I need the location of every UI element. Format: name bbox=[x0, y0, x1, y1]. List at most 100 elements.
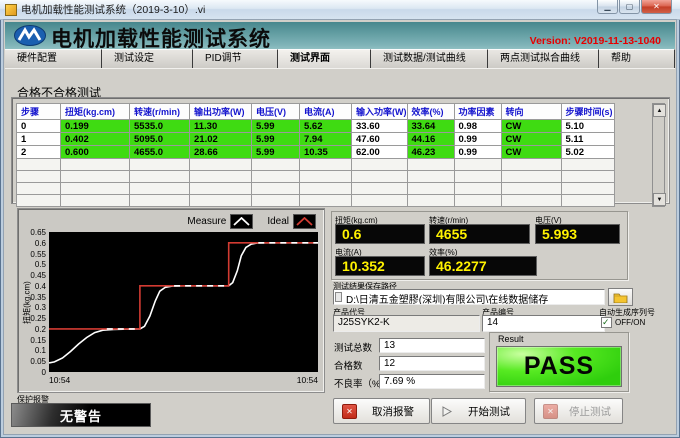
y-axis-tick-label: 0.6 bbox=[18, 239, 46, 248]
y-axis-tick-label: 0.5 bbox=[18, 260, 46, 269]
x-axis-start-tick: 10:54 bbox=[49, 375, 70, 385]
table-cell bbox=[352, 195, 408, 207]
scroll-up-icon[interactable]: ▲ bbox=[653, 104, 666, 117]
y-axis-tick-label: 0.45 bbox=[18, 271, 46, 280]
pass-count-label: 合格数 bbox=[334, 358, 363, 372]
y-axis-tick-label: 0.65 bbox=[18, 228, 46, 237]
table-column-header: 转速(r/min) bbox=[130, 104, 190, 120]
table-cell bbox=[252, 159, 300, 171]
tab-2[interactable]: 测试设定 bbox=[102, 49, 193, 68]
tab-4[interactable]: 测试界面 bbox=[278, 49, 371, 68]
table-empty-row bbox=[17, 171, 615, 183]
table-column-header: 效率(%) bbox=[407, 104, 454, 120]
browse-folder-button[interactable] bbox=[608, 288, 633, 306]
scroll-down-icon[interactable]: ▼ bbox=[653, 193, 666, 206]
pass-count-value: 12 bbox=[379, 356, 485, 371]
table-cell: 47.60 bbox=[352, 133, 408, 146]
tab-6[interactable]: 两点测试拟合曲线 bbox=[488, 49, 599, 68]
y-axis-tick-label: 0.35 bbox=[18, 293, 46, 302]
table-cell bbox=[407, 183, 454, 195]
table-scrollbar[interactable]: ▲ ▼ bbox=[652, 103, 665, 207]
stop-test-button[interactable]: ✕ 停止测试 bbox=[534, 398, 623, 424]
table-cell bbox=[454, 183, 501, 195]
stop-icon: ✕ bbox=[543, 404, 558, 419]
table-column-header: 电压(V) bbox=[252, 104, 300, 120]
page-divider bbox=[5, 68, 675, 69]
result-indicator: PASS bbox=[496, 346, 622, 387]
table-row[interactable]: 10.4025095.021.025.997.9447.6044.160.99C… bbox=[17, 133, 615, 146]
table-row[interactable]: 00.1995535.011.305.995.6233.6033.640.98C… bbox=[17, 120, 615, 133]
table-cell bbox=[454, 195, 501, 207]
start-test-button-label: 开始测试 bbox=[453, 404, 525, 419]
legend-line-icon bbox=[230, 214, 253, 229]
brand-logo-icon bbox=[14, 25, 46, 51]
table-cell: 0.99 bbox=[454, 146, 501, 159]
table-cell bbox=[407, 171, 454, 183]
defect-rate-value: 7.69 % bbox=[379, 374, 485, 389]
cancel-alarm-button[interactable]: ✕ 取消报警 bbox=[333, 398, 430, 424]
table-cell: 0.600 bbox=[61, 146, 130, 159]
auto-serial-toggle[interactable]: ✓ OFF/ON bbox=[601, 317, 645, 328]
table-cell bbox=[561, 159, 614, 171]
product-no-input[interactable]: 14 bbox=[482, 315, 605, 332]
app-icon bbox=[5, 4, 17, 16]
table-cell bbox=[501, 195, 561, 207]
table-cell: 5.02 bbox=[561, 146, 614, 159]
table-cell: 5.99 bbox=[252, 133, 300, 146]
table-cell bbox=[352, 183, 408, 195]
window-body: 电机加载性能测试系统 Version: V2019-11-13-1040 硬件配… bbox=[3, 19, 677, 435]
table-cell bbox=[252, 171, 300, 183]
table-cell: 5.99 bbox=[252, 120, 300, 133]
table-column-header: 功率因素 bbox=[454, 104, 501, 120]
save-path-input[interactable]: D:\日清五金塑膠(深圳)有限公司\在线数据储存 bbox=[333, 289, 605, 305]
table-cell: 11.30 bbox=[190, 120, 252, 133]
path-type-icon bbox=[335, 292, 342, 302]
alarm-status-text: 无警告 bbox=[60, 406, 102, 425]
table-cell: 5.10 bbox=[561, 120, 614, 133]
table-cell: 28.66 bbox=[190, 146, 252, 159]
table-cell bbox=[561, 183, 614, 195]
tab-1[interactable]: 硬件配置 bbox=[5, 49, 102, 68]
table-column-header: 步骤 bbox=[17, 104, 61, 120]
table-cell bbox=[190, 183, 252, 195]
table-cell: 0 bbox=[17, 120, 61, 133]
table-cell: 5095.0 bbox=[130, 133, 190, 146]
result-group: Result PASS bbox=[489, 332, 629, 392]
table-cell bbox=[61, 159, 130, 171]
tab-7[interactable]: 帮助 bbox=[599, 49, 675, 68]
table-cell bbox=[17, 159, 61, 171]
pass-fail-table-panel: 步骤扭矩(kg.cm)转速(r/min)输出功率(W)电压(V)电流(A)输入功… bbox=[11, 97, 670, 204]
chart-legend: MeasureIdeal bbox=[173, 214, 316, 229]
tab-5[interactable]: 测试数据/测试曲线 bbox=[371, 49, 488, 68]
table-cell: 62.00 bbox=[352, 146, 408, 159]
maximize-button[interactable]: ▢ bbox=[619, 0, 640, 14]
close-button[interactable]: ✕ bbox=[641, 0, 672, 14]
table-cell: CW bbox=[501, 120, 561, 133]
tab-3[interactable]: PID调节 bbox=[193, 49, 278, 68]
table-cell: 33.64 bbox=[407, 120, 454, 133]
current-readout: 10.352 bbox=[335, 256, 425, 276]
start-test-button[interactable]: 开始测试 bbox=[431, 398, 526, 424]
table-cell: 0.99 bbox=[454, 133, 501, 146]
table-cell bbox=[61, 183, 130, 195]
checkbox-checked-icon[interactable]: ✓ bbox=[601, 317, 612, 328]
table-cell bbox=[130, 159, 190, 171]
table-cell: 2 bbox=[17, 146, 61, 159]
product-code-input[interactable]: J25SYK2-K bbox=[333, 315, 480, 332]
table-column-header: 步骤时间(s) bbox=[561, 104, 614, 120]
chart-plot-area bbox=[49, 232, 318, 372]
table-cell bbox=[561, 195, 614, 207]
speed-readout: 4655 bbox=[429, 224, 530, 244]
table-cell bbox=[61, 195, 130, 207]
y-axis-tick-label: 0.3 bbox=[18, 303, 46, 312]
y-axis-tick-label: 0.25 bbox=[18, 314, 46, 323]
table-cell: 1 bbox=[17, 133, 61, 146]
table-cell bbox=[130, 195, 190, 207]
pass-fail-table[interactable]: 步骤扭矩(kg.cm)转速(r/min)输出功率(W)电压(V)电流(A)输入功… bbox=[16, 103, 615, 207]
minimize-button[interactable]: ▁ bbox=[597, 0, 618, 14]
table-row[interactable]: 20.6004655.028.665.9910.3562.0046.230.99… bbox=[17, 146, 615, 159]
table-cell: CW bbox=[501, 146, 561, 159]
legend-label: Ideal bbox=[267, 216, 289, 227]
total-tests-value: 13 bbox=[379, 338, 485, 353]
table-cell: 33.60 bbox=[352, 120, 408, 133]
